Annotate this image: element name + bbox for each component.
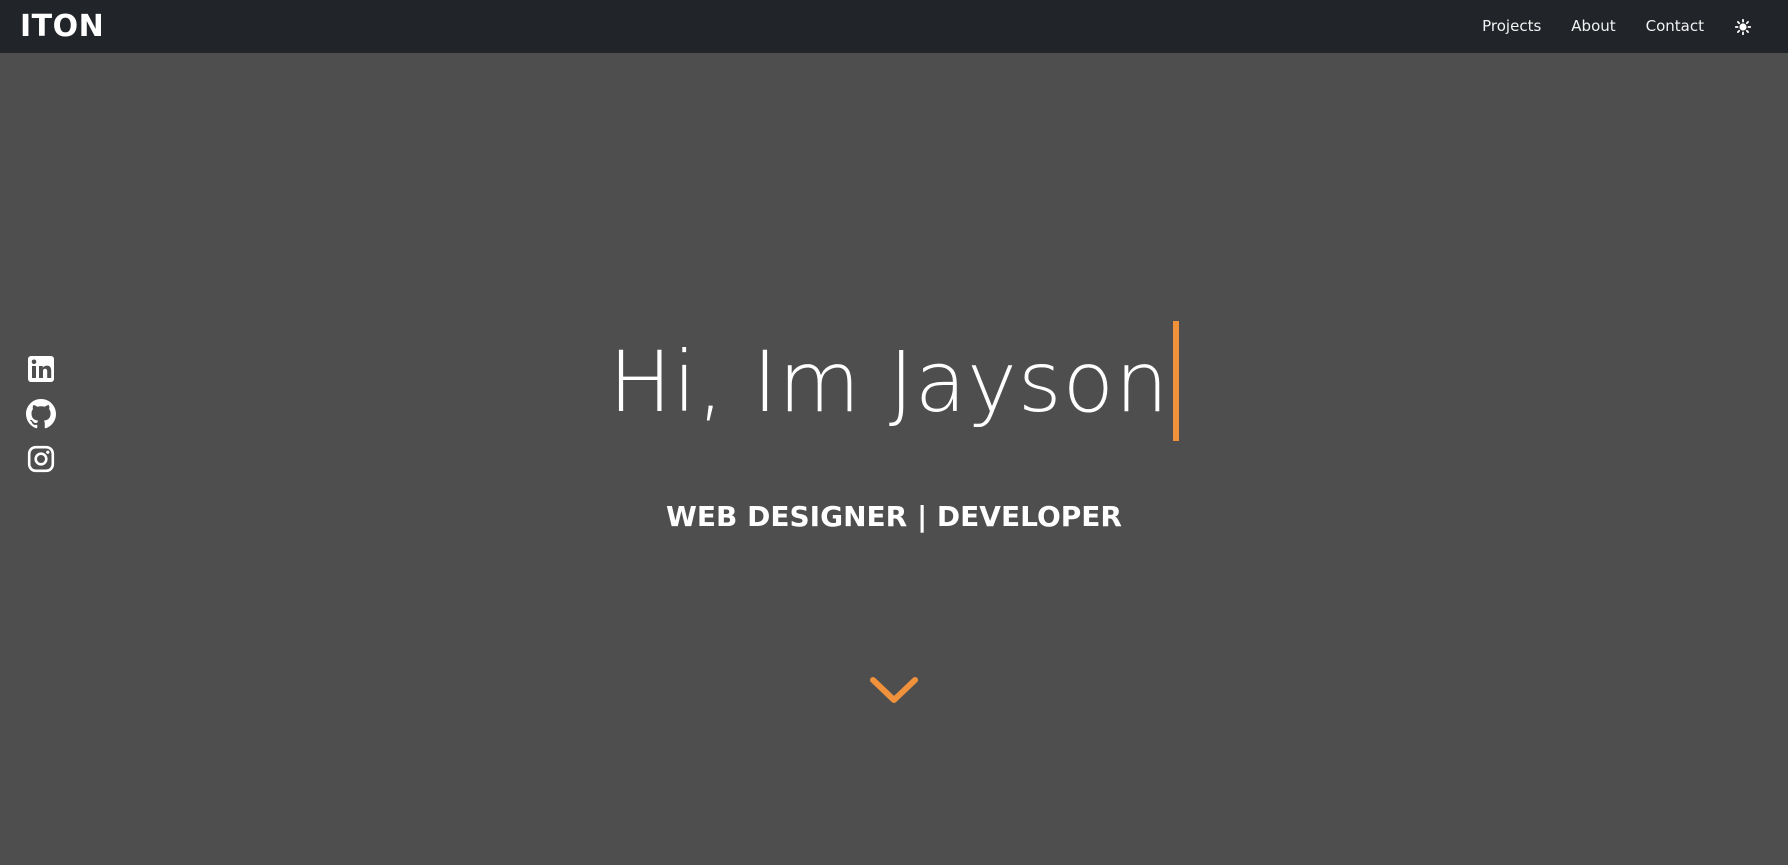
nav-link-about[interactable]: About bbox=[1571, 0, 1615, 53]
nav-link-projects[interactable]: Projects bbox=[1482, 0, 1541, 53]
nav-links: Projects About Contact bbox=[1482, 0, 1752, 53]
sun-icon bbox=[1735, 18, 1751, 35]
theme-toggle-button[interactable] bbox=[1734, 18, 1752, 36]
chevron-down-icon bbox=[870, 677, 918, 703]
nav-link-contact[interactable]: Contact bbox=[1646, 0, 1704, 53]
hero-subtitle: WEB DESIGNER | DEVELOPER bbox=[666, 500, 1122, 533]
hero-section bbox=[0, 53, 1788, 865]
scroll-down-button[interactable] bbox=[868, 674, 920, 708]
hero-greeting: Hi, Im Jayson bbox=[608, 333, 1170, 431]
typing-caret bbox=[1173, 321, 1180, 441]
hero-headline-wrap: Hi, Im Jayson bbox=[0, 317, 1788, 447]
brand-logo[interactable]: ITON bbox=[20, 0, 104, 53]
navbar: ITON Projects About Contact bbox=[0, 0, 1788, 53]
